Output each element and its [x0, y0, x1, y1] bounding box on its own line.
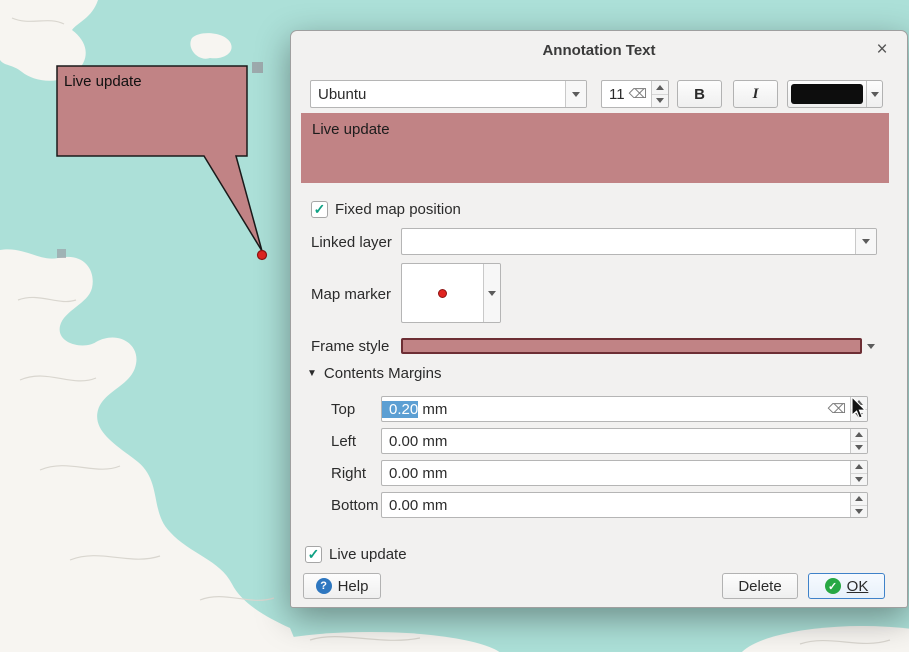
contents-margins-title: Contents Margins: [324, 365, 442, 382]
help-button[interactable]: ? Help: [303, 573, 381, 599]
chevron-down-icon[interactable]: [866, 81, 882, 107]
spin-down-icon[interactable]: [851, 506, 867, 518]
linked-layer-combo[interactable]: [401, 228, 877, 255]
spin-up-icon[interactable]: [851, 429, 867, 442]
margin-top-value: 0.20: [382, 401, 418, 418]
checkbox-checked-icon: ✓: [305, 546, 322, 563]
delete-button[interactable]: Delete: [722, 573, 798, 599]
margin-left-suffix: mm: [418, 433, 447, 450]
fixed-map-position-checkbox[interactable]: ✓ Fixed map position: [311, 201, 461, 218]
margin-left-spin-buttons[interactable]: [850, 429, 867, 453]
map-annotation-text: Live update: [64, 73, 142, 90]
margin-right-label: Right: [331, 465, 366, 482]
spin-down-icon[interactable]: [851, 474, 867, 486]
map-marker-point[interactable]: [258, 251, 267, 260]
margin-right-spin-buttons[interactable]: [850, 461, 867, 485]
font-family-combo[interactable]: Ubuntu: [310, 80, 587, 108]
ok-label: OK: [847, 578, 869, 595]
margin-bottom-value: 0.00: [382, 497, 418, 514]
font-size-spinbox[interactable]: 11 ⌫: [601, 80, 669, 108]
collapse-triangle-icon[interactable]: ▼: [307, 368, 317, 379]
clear-icon[interactable]: ⌫: [625, 86, 651, 102]
font-family-value: Ubuntu: [311, 86, 366, 103]
font-color-button[interactable]: [787, 80, 883, 108]
margin-top-spin-buttons[interactable]: [850, 397, 867, 421]
question-icon: ?: [316, 578, 332, 594]
spin-up-icon[interactable]: [851, 493, 867, 506]
contents-margins-header[interactable]: ▼ Contents Margins: [307, 365, 441, 382]
chevron-down-icon[interactable]: [855, 229, 876, 254]
margin-left-label: Left: [331, 433, 356, 450]
margin-top-suffix: mm: [418, 401, 447, 418]
marker-dot-icon: [438, 289, 447, 298]
map-marker-label: Map marker: [311, 286, 391, 303]
chevron-down-icon[interactable]: [565, 81, 586, 107]
margin-right-suffix: mm: [418, 465, 447, 482]
font-size-value: 11: [602, 86, 625, 103]
marker-symbol-preview: [402, 264, 483, 322]
live-update-label: Live update: [329, 546, 407, 563]
bold-label: B: [694, 86, 705, 103]
spin-up-icon[interactable]: [652, 81, 668, 95]
map-handle-square-left: [57, 249, 66, 258]
checkbox-checked-icon: ✓: [311, 201, 328, 218]
dialog-titlebar[interactable]: Annotation Text: [291, 31, 907, 69]
margin-right-value: 0.00: [382, 465, 418, 482]
margin-top-spinbox[interactable]: 0.20 mm ⌫: [381, 396, 868, 422]
linked-layer-label: Linked layer: [311, 234, 392, 251]
frame-style-preview: [401, 338, 862, 354]
margin-bottom-suffix: mm: [418, 497, 447, 514]
chevron-down-icon[interactable]: [483, 264, 500, 322]
screen: { "dialog": { "title": "Annotation Text"…: [0, 0, 909, 652]
fixed-map-position-label: Fixed map position: [335, 201, 461, 218]
frame-style-label: Frame style: [311, 338, 389, 355]
frame-style-button[interactable]: [401, 336, 879, 356]
close-icon: ×: [876, 39, 887, 61]
annotation-text-editor[interactable]: Live update: [301, 113, 889, 183]
help-label: Help: [338, 578, 369, 595]
live-update-checkbox[interactable]: ✓ Live update: [305, 546, 407, 563]
annotation-text-dialog: Annotation Text × Ubuntu 11 ⌫ B I Live u…: [290, 30, 908, 608]
check-icon: ✓: [825, 578, 841, 594]
annotation-preview-text: Live update: [312, 121, 390, 138]
margin-right-spinbox[interactable]: 0.00 mm: [381, 460, 868, 486]
dialog-title: Annotation Text: [542, 42, 655, 59]
spin-up-icon[interactable]: [851, 397, 867, 410]
margin-bottom-spin-buttons[interactable]: [850, 493, 867, 517]
font-size-spin-buttons[interactable]: [651, 81, 668, 107]
spin-down-icon[interactable]: [851, 442, 867, 454]
spin-down-icon[interactable]: [652, 95, 668, 108]
margin-top-label: Top: [331, 401, 355, 418]
margin-bottom-label: Bottom: [331, 497, 379, 514]
margin-left-value: 0.00: [382, 433, 418, 450]
close-button[interactable]: ×: [871, 39, 893, 61]
ok-button[interactable]: ✓ OK: [808, 573, 885, 599]
spin-down-icon[interactable]: [851, 410, 867, 422]
clear-icon[interactable]: ⌫: [824, 401, 850, 417]
margin-left-spinbox[interactable]: 0.00 mm: [381, 428, 868, 454]
map-handle-square-top: [252, 62, 263, 73]
italic-button[interactable]: I: [733, 80, 778, 108]
italic-label: I: [753, 86, 759, 103]
margin-bottom-spinbox[interactable]: 0.00 mm: [381, 492, 868, 518]
delete-label: Delete: [738, 578, 781, 595]
bold-button[interactable]: B: [677, 80, 722, 108]
color-swatch: [791, 84, 863, 104]
spin-up-icon[interactable]: [851, 461, 867, 474]
map-marker-button[interactable]: [401, 263, 501, 323]
chevron-down-icon[interactable]: [862, 344, 879, 349]
